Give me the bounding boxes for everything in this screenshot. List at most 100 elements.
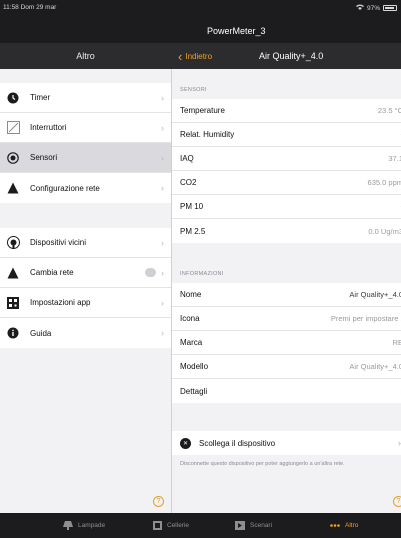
menu-item-impostazioni-app[interactable]: Impostazioni app › xyxy=(0,288,171,318)
row-value: Premi per impostare xyxy=(331,314,401,323)
menu-label: Configurazione rete xyxy=(30,183,100,193)
chevron-right-icon: › xyxy=(161,328,164,338)
disconnect-note: Disconnette questo dispositivo per poter… xyxy=(180,461,345,467)
tab-altro[interactable]: Altro xyxy=(330,513,358,538)
menu-group-main: Timer › Interruttori › Sensori › Configu… xyxy=(0,83,171,203)
right-nav-title: Air Quality+_4.0 xyxy=(259,51,324,61)
device-title: PowerMeter_3 xyxy=(207,25,266,36)
menu-label: Guida xyxy=(30,328,52,338)
tab-label: Scenari xyxy=(250,522,273,529)
row-label: Relat. Humidity xyxy=(180,130,235,139)
menu-item-interruttori[interactable]: Interruttori › xyxy=(0,113,171,143)
menu-label: Impostazioni app xyxy=(30,298,91,307)
menu-item-configurazione-rete[interactable]: Configurazione rete › xyxy=(0,173,171,203)
tab-label: Altro xyxy=(345,522,359,529)
sensors-group: Temperature 23.5 °C Relat. Humidity - IA… xyxy=(172,99,401,243)
info-icon xyxy=(6,326,20,340)
row-label: PM 10 xyxy=(180,202,204,211)
menu-label: Interruttori xyxy=(30,123,67,132)
tab-label: Lampade xyxy=(78,522,106,529)
chevron-right-icon: › xyxy=(161,152,164,163)
sensor-row-iaq: IAQ 37.1 xyxy=(172,147,401,171)
network-icon xyxy=(6,266,20,280)
row-label: CO2 xyxy=(180,178,197,187)
chevron-right-icon: › xyxy=(161,122,164,133)
battery-percent: 97% xyxy=(366,4,380,12)
unlink-icon: ✕ xyxy=(180,437,191,449)
menu-label: Sensori xyxy=(30,153,58,162)
right-nav-bar: ‹ Indietro Air Quality+_4.0 xyxy=(171,43,401,69)
clock-icon xyxy=(6,91,20,105)
row-label: Icona xyxy=(180,314,200,323)
row-label: IAQ xyxy=(180,154,194,163)
menu-label: Dispositivi vicini xyxy=(30,238,87,247)
row-value: 37.1 xyxy=(388,154,401,163)
row-value: Air Quality+_4.0 xyxy=(349,362,401,371)
left-top-fill xyxy=(0,18,171,43)
section-header-informazioni: INFORMAZIONI xyxy=(180,271,224,277)
menu-item-guida[interactable]: Guida › xyxy=(0,318,171,348)
row-value: Air Quality+_4.0 xyxy=(349,290,401,299)
device-detail-pane: SENSORI Temperature 23.5 °C Relat. Humid… xyxy=(172,69,401,513)
lamp-icon xyxy=(63,521,73,530)
row-value: 635.0 ppm xyxy=(367,178,401,187)
info-row-dettagli[interactable]: Dettagli › xyxy=(172,379,401,403)
info-row-nome[interactable]: Nome Air Quality+_4.0 xyxy=(172,283,401,307)
status-bar: 11:58 Dom 29 mar 97% xyxy=(0,0,401,18)
row-value: RE xyxy=(392,338,401,347)
tab-bar: Lampade Cellerie Scenari Altro xyxy=(0,513,401,538)
info-row-modello: Modello Air Quality+_4.0 xyxy=(172,355,401,379)
sensor-row-pm10: PM 10 - xyxy=(172,195,401,219)
disconnect-button[interactable]: ✕ Scollega il dispositivo › xyxy=(172,431,401,455)
tab-lampade[interactable]: Lampade xyxy=(63,513,105,538)
qr-icon xyxy=(6,296,20,310)
nearby-icon xyxy=(6,236,20,250)
left-nav-title: Altro xyxy=(76,51,95,61)
battery-icon xyxy=(383,5,397,11)
menu-item-sensori[interactable]: Sensori › xyxy=(0,143,171,173)
status-time: 11:58 Dom 29 mar xyxy=(3,4,57,11)
status-right: 97% xyxy=(355,4,397,12)
scene-icon xyxy=(235,521,245,530)
info-row-marca: Marca RE xyxy=(172,331,401,355)
menu-item-timer[interactable]: Timer › xyxy=(0,83,171,113)
left-menu-pane: Timer › Interruttori › Sensori › Configu… xyxy=(0,69,171,513)
help-button-left[interactable]: ? xyxy=(153,496,164,507)
left-nav-bar: Altro xyxy=(0,43,171,69)
switch-icon xyxy=(6,121,20,135)
count-badge xyxy=(145,268,156,277)
sensor-icon xyxy=(6,151,20,165)
chevron-right-icon: › xyxy=(161,92,164,103)
menu-item-cambia-rete[interactable]: Cambia rete › xyxy=(0,258,171,288)
disconnect-label: Scollega il dispositivo xyxy=(199,438,276,448)
chevron-right-icon: › xyxy=(161,267,164,278)
row-label: Marca xyxy=(180,338,203,347)
row-label: Temperature xyxy=(180,106,225,115)
sensor-row-temperature: Temperature 23.5 °C xyxy=(172,99,401,123)
sensor-row-pm25: PM 2.5 0.0 Ug/m3 xyxy=(172,219,401,243)
row-value: 23.5 °C xyxy=(377,106,401,115)
back-button[interactable]: ‹ Indietro xyxy=(178,50,212,63)
wifi-icon xyxy=(355,4,364,12)
menu-group-secondary: Dispositivi vicini › Cambia rete › Impos… xyxy=(0,228,171,348)
tab-cellerie[interactable]: Cellerie xyxy=(153,513,189,538)
sensor-row-co2: CO2 635.0 ppm xyxy=(172,171,401,195)
chevron-right-icon: › xyxy=(161,183,164,193)
tab-label: Cellerie xyxy=(167,522,190,529)
help-button-right[interactable]: ? xyxy=(393,496,401,507)
row-label: Modello xyxy=(180,362,209,371)
more-icon xyxy=(330,524,340,527)
back-label: Indietro xyxy=(185,51,213,61)
network-icon xyxy=(6,181,20,195)
menu-label: Timer xyxy=(30,93,51,102)
tab-scenari[interactable]: Scenari xyxy=(235,513,272,538)
info-group: Nome Air Quality+_4.0 Icona Premi per im… xyxy=(172,283,401,403)
menu-label: Cambia rete xyxy=(30,268,74,277)
info-row-icona[interactable]: Icona Premi per impostare xyxy=(172,307,401,331)
row-value: 0.0 Ug/m3 xyxy=(368,226,401,236)
chevron-right-icon: › xyxy=(161,297,164,308)
chevron-right-icon: › xyxy=(161,237,164,248)
row-label: Nome xyxy=(180,290,202,299)
menu-item-dispositivi-vicini[interactable]: Dispositivi vicini › xyxy=(0,228,171,258)
sensor-row-humidity: Relat. Humidity - xyxy=(172,123,401,147)
